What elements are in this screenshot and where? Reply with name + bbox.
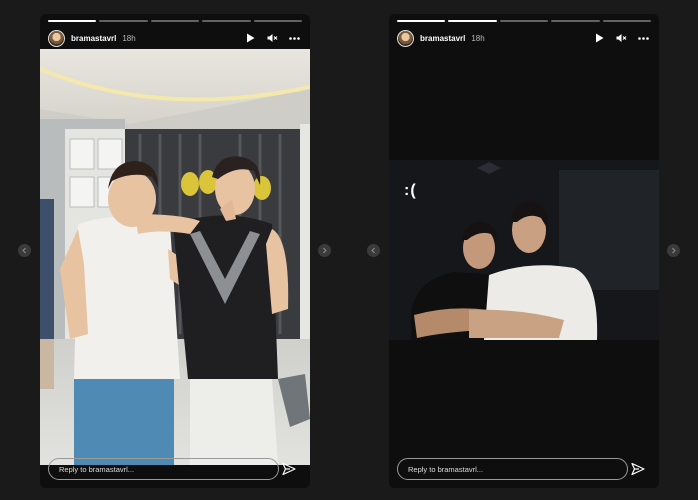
more-options-button[interactable] bbox=[637, 32, 649, 44]
progress-segment bbox=[99, 20, 148, 22]
reply-placeholder: Reply to bramastavrl... bbox=[408, 464, 484, 474]
stories-viewer: bramastavrl 18h Reply to bramastavrl... … bbox=[0, 0, 698, 500]
dark-photo-illustration bbox=[389, 160, 659, 340]
chevron-left-icon bbox=[22, 247, 26, 254]
progress-segment bbox=[448, 20, 497, 22]
story-photo: :( bbox=[389, 160, 659, 340]
post-time: 18h bbox=[122, 33, 136, 43]
story-card-2[interactable]: bramastavrl 18h:(Reply to bramastavrl.… bbox=[389, 14, 659, 488]
progress-segment bbox=[602, 20, 652, 22]
send-icon[interactable] bbox=[282, 462, 296, 476]
speaker-muted-icon bbox=[616, 34, 626, 42]
story-card-1[interactable]: bramastavrl 18h Reply to bramastavrl... bbox=[40, 14, 310, 488]
next-story-button-2[interactable] bbox=[667, 244, 680, 257]
party-photo-illustration bbox=[40, 49, 310, 465]
progress-segment bbox=[48, 20, 97, 22]
progress-segment bbox=[397, 20, 446, 22]
next-story-button[interactable] bbox=[318, 244, 331, 257]
story-header: bramastavrl 18h bbox=[397, 28, 649, 48]
progress-segment bbox=[150, 20, 200, 22]
reply-input[interactable]: Reply to bramastavrl... bbox=[48, 458, 279, 480]
reply-placeholder: Reply to bramastavrl... bbox=[59, 464, 135, 474]
play-icon bbox=[595, 33, 603, 43]
story-progress-bar bbox=[397, 20, 652, 22]
username[interactable]: bramastavrl bbox=[420, 34, 465, 43]
username[interactable]: bramastavrl bbox=[71, 34, 116, 43]
progress-segment bbox=[202, 20, 251, 22]
story-photo bbox=[40, 49, 310, 465]
story-header: bramastavrl 18h bbox=[48, 28, 300, 48]
story-progress-bar bbox=[48, 20, 303, 22]
play-button[interactable] bbox=[244, 32, 256, 44]
story-caption: :( bbox=[404, 182, 417, 199]
play-icon bbox=[246, 33, 254, 43]
reply-input[interactable]: Reply to bramastavrl... bbox=[397, 458, 628, 480]
more-options-button[interactable] bbox=[288, 32, 300, 44]
send-icon[interactable] bbox=[631, 462, 645, 476]
mute-button[interactable] bbox=[615, 32, 627, 44]
avatar[interactable] bbox=[397, 29, 414, 47]
play-button[interactable] bbox=[593, 32, 605, 44]
progress-segment bbox=[253, 20, 303, 22]
chevron-right-icon bbox=[323, 247, 327, 254]
avatar[interactable] bbox=[48, 29, 65, 47]
prev-story-button[interactable] bbox=[18, 244, 31, 257]
progress-segment bbox=[551, 20, 600, 22]
prev-story-button-2[interactable] bbox=[367, 244, 380, 257]
post-time: 18h bbox=[471, 33, 485, 43]
progress-segment bbox=[499, 20, 549, 22]
mute-button[interactable] bbox=[266, 32, 278, 44]
chevron-left-icon bbox=[371, 247, 375, 254]
more-options-icon bbox=[637, 36, 649, 40]
speaker-muted-icon bbox=[267, 34, 277, 42]
chevron-right-icon bbox=[672, 247, 676, 254]
more-options-icon bbox=[288, 36, 300, 40]
